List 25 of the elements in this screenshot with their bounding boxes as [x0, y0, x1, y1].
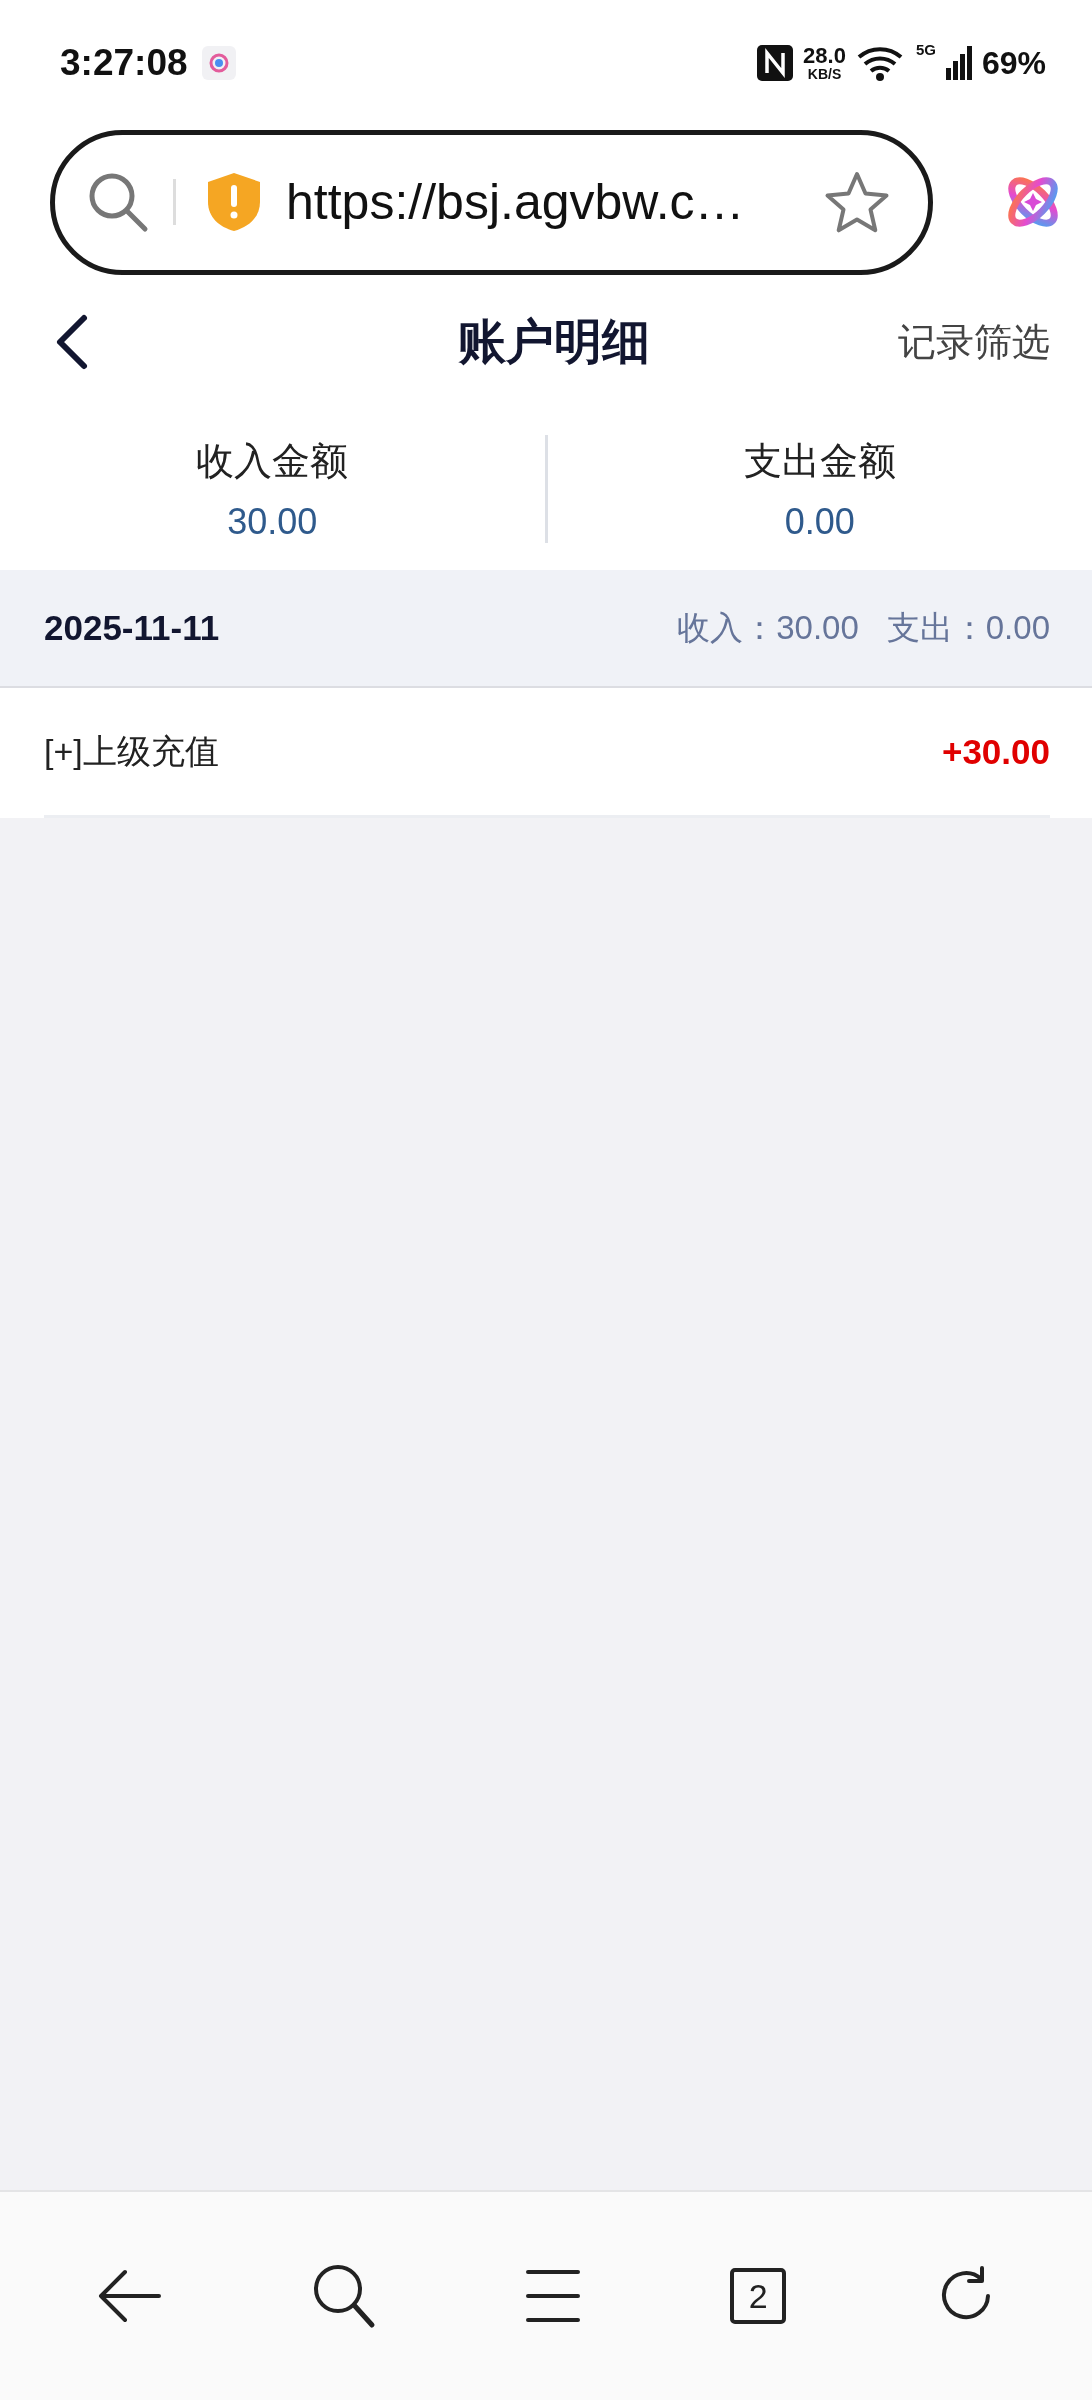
- page-title: 账户明细: [458, 314, 650, 370]
- status-time: 3:27:08: [60, 42, 188, 84]
- daily-expense: 支出：0.00: [886, 607, 1050, 648]
- filter-link[interactable]: 记录筛选: [890, 306, 1058, 378]
- app-icon: [201, 46, 236, 80]
- daily-income: 收入：30.00: [677, 607, 859, 648]
- search-icon[interactable]: [311, 2263, 376, 2329]
- record-amount: +30.00: [941, 731, 1050, 772]
- speed-unit: KB/S: [807, 67, 842, 81]
- battery-level: 69%: [981, 44, 1046, 82]
- network-speed: 28.0: [803, 45, 846, 67]
- summary-amount: 0.00: [784, 500, 855, 543]
- menu-icon[interactable]: [524, 2269, 581, 2323]
- address-bar[interactable]: https://bsj.agvbw.c…: [50, 129, 933, 275]
- signal-icon: [945, 46, 972, 80]
- url-text[interactable]: https://bsj.agvbw.c…: [286, 173, 824, 231]
- summary-label: 支出金额: [743, 438, 896, 484]
- date-label: 2025-11-11: [44, 608, 220, 648]
- nfc-icon: [757, 45, 794, 81]
- star-icon[interactable]: [824, 170, 890, 234]
- summary-label: 收入金额: [196, 438, 349, 484]
- network-type: 5G: [915, 40, 936, 58]
- record-label: [+]上级充值: [44, 730, 219, 772]
- summary-amount: 30.00: [227, 500, 318, 543]
- tab-count-button[interactable]: 2: [730, 2268, 787, 2324]
